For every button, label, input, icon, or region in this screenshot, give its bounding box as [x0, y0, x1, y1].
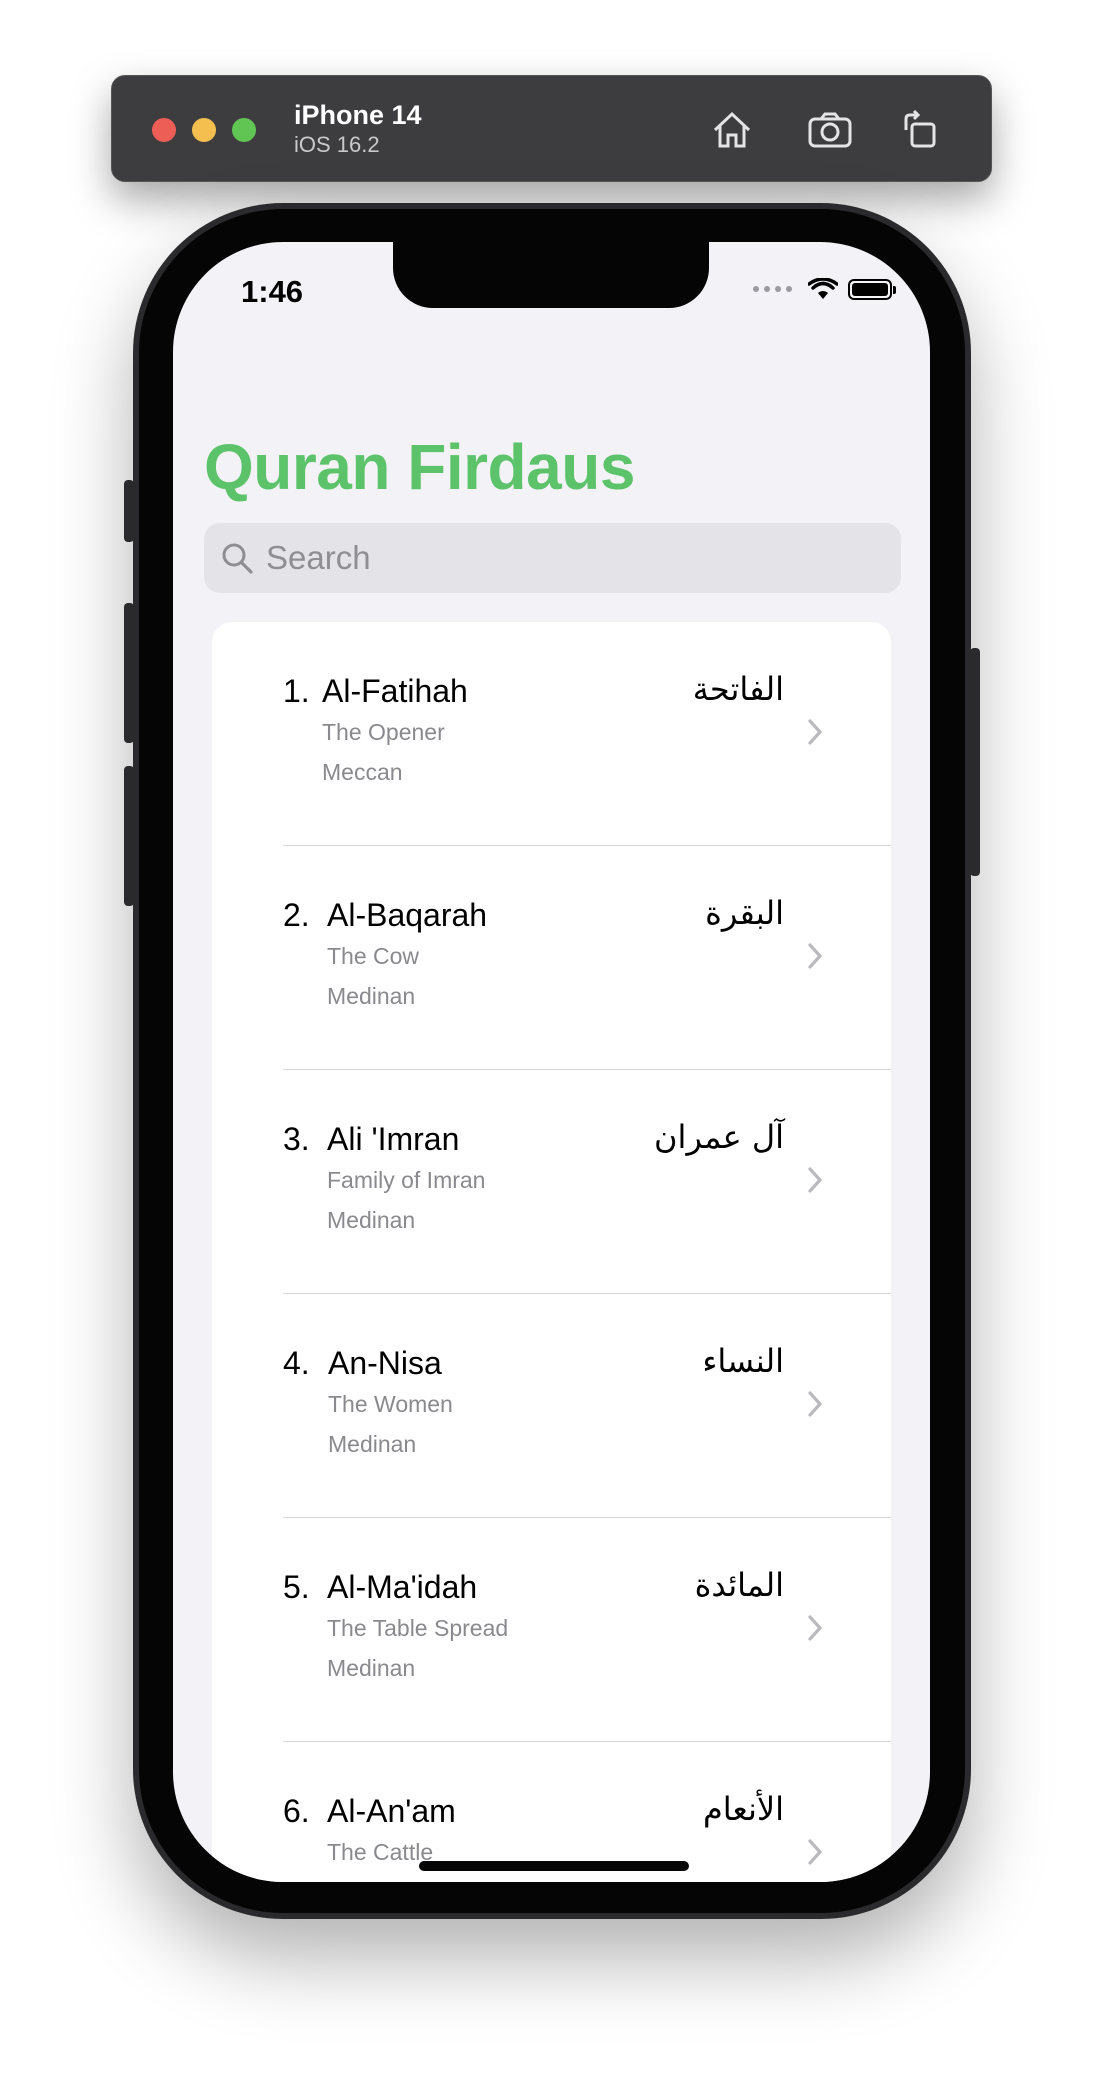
list-item[interactable]: 2. Al-Baqarah البقرة The Cow Medinan — [212, 846, 891, 1070]
battery-icon — [848, 278, 896, 300]
surah-name: Al-An'am — [327, 1793, 456, 1829]
list-item[interactable]: 3. Ali 'Imran آل عمران Family of Imran M… — [212, 1070, 891, 1294]
power-button — [970, 648, 980, 876]
surah-number: 6. — [283, 1793, 310, 1829]
surah-number: 3. — [283, 1121, 310, 1157]
chevron-right-icon — [808, 1167, 822, 1193]
surah-revelation-type: Meccan — [322, 759, 403, 785]
search-bar[interactable] — [204, 523, 901, 593]
surah-arabic-name: المائدة — [694, 1566, 784, 1604]
surah-arabic-name: الأنعام — [702, 1790, 784, 1828]
surah-name: Al-Fatihah — [322, 673, 468, 709]
surah-revelation-type: Medinan — [327, 983, 416, 1009]
list-item[interactable]: 1. Al-Fatihah الفاتحة The Opener Meccan — [212, 622, 891, 846]
volume-down-button — [124, 766, 134, 906]
list-item[interactable]: 4. An-Nisa النساء The Women Medinan — [212, 1294, 891, 1518]
chevron-right-icon — [808, 1391, 822, 1417]
surah-translation: The Women — [328, 1391, 453, 1417]
home-button[interactable] — [704, 102, 760, 158]
simulator-toolbar: iPhone 14 iOS 16.2 — [111, 75, 992, 182]
surah-translation: The Cow — [327, 943, 420, 969]
mute-switch — [124, 480, 134, 542]
chevron-right-icon — [808, 719, 822, 745]
minimize-window-button[interactable] — [192, 118, 216, 142]
os-version: iOS 16.2 — [294, 132, 380, 157]
surah-arabic-name: آل عمران — [654, 1118, 784, 1156]
surah-arabic-name: الفاتحة — [692, 670, 784, 708]
page-title: Quran Firdaus — [204, 431, 635, 503]
surah-revelation-type: Medinan — [327, 1207, 416, 1233]
home-icon — [713, 111, 751, 148]
surah-arabic-name: النساء — [702, 1342, 784, 1380]
screenshot-button[interactable] — [802, 102, 858, 158]
surah-revelation-type: Medinan — [327, 1655, 416, 1681]
cellular-icon — [753, 286, 792, 292]
surah-translation: The Table Spread — [327, 1615, 509, 1641]
surah-revelation-type: Medinan — [328, 1431, 417, 1457]
surah-name: Al-Ma'idah — [327, 1569, 478, 1605]
surah-number: 1. — [283, 673, 310, 709]
close-window-button[interactable] — [152, 118, 176, 142]
surah-list: 1. Al-Fatihah الفاتحة The Opener Meccan … — [212, 622, 891, 1882]
surah-translation: The Cattle — [327, 1839, 434, 1865]
rotate-button[interactable] — [892, 102, 948, 158]
zoom-window-button[interactable] — [232, 118, 256, 142]
notch — [393, 242, 709, 308]
volume-up-button — [124, 603, 134, 743]
screenshot-icon — [808, 112, 852, 148]
surah-translation: Family of Imran — [327, 1167, 486, 1193]
surah-translation: The Opener — [322, 719, 445, 745]
list-item[interactable]: 5. Al-Ma'idah المائدة The Table Spread M… — [212, 1518, 891, 1742]
surah-name: Al-Baqarah — [327, 897, 488, 933]
surah-number: 4. — [283, 1345, 310, 1381]
rotate-icon — [904, 110, 936, 148]
status-time: 1:46 — [241, 274, 304, 309]
chevron-right-icon — [808, 1615, 822, 1641]
surah-revelation-type: Meccan — [327, 1879, 408, 1882]
chevron-right-icon — [808, 943, 822, 969]
surah-number: 5. — [283, 1569, 310, 1605]
surah-name: An-Nisa — [328, 1345, 442, 1381]
chevron-right-icon — [808, 1839, 822, 1865]
wifi-icon — [808, 278, 838, 299]
search-input[interactable] — [264, 538, 868, 578]
device-name: iPhone 14 — [294, 100, 422, 130]
surah-arabic-name: البقرة — [705, 894, 784, 932]
status-icons — [753, 278, 896, 300]
surah-number: 2. — [283, 897, 310, 933]
surah-name: Ali 'Imran — [327, 1121, 460, 1157]
search-icon — [222, 543, 253, 574]
home-indicator[interactable] — [419, 1861, 689, 1871]
phone-screen: 1:46 Quran Firdaus 1. Al-Fatihah الفاتحة… — [173, 242, 930, 1882]
